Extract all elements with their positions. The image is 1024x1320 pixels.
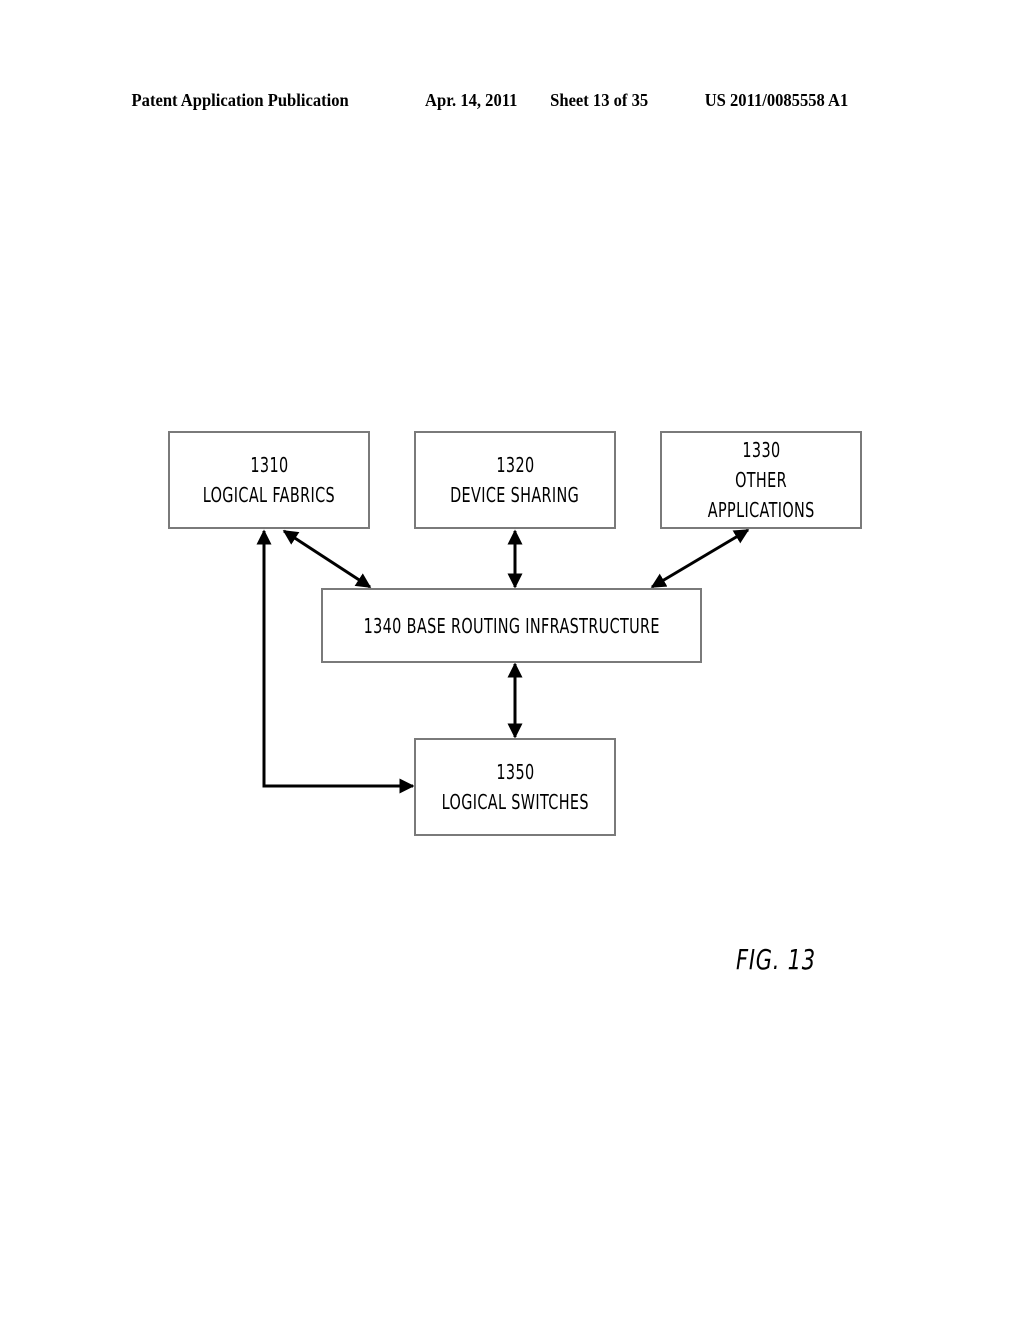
node-ref: 1310 <box>249 453 289 477</box>
node-device-sharing: 1320 DEVICE SHARING <box>414 431 616 529</box>
node-ref: 1320 <box>495 453 535 477</box>
publication-number: US 2011/0085558 A1 <box>704 90 849 110</box>
edge-1330-1340 <box>650 528 750 589</box>
node-base-routing-infrastructure: 1340 BASE ROUTING INFRASTRUCTURE <box>321 588 702 663</box>
node-other-applications: 1330 OTHER APPLICATIONS <box>660 431 862 529</box>
node-ref: 1330 <box>741 438 781 462</box>
figure-label: FIG. 13 <box>736 943 816 976</box>
node-logical-fabrics: 1310 LOGICAL FABRICS <box>168 431 370 529</box>
sheet-number: Sheet 13 of 35 <box>550 90 649 110</box>
node-label: DEVICE SHARING <box>450 483 580 507</box>
edge-1310-1340 <box>282 529 372 589</box>
node-label: LOGICAL FABRICS <box>202 483 336 507</box>
node-label-line-2: APPLICATIONS <box>707 498 815 522</box>
publication-date: Apr. 14, 2011 <box>425 90 518 110</box>
publication-type: Patent Application Publication <box>131 90 349 110</box>
node-label-line-1: OTHER <box>735 468 787 492</box>
node-ref: 1350 <box>495 760 535 784</box>
node-logical-switches: 1350 LOGICAL SWITCHES <box>414 738 616 836</box>
node-label: 1340 BASE ROUTING INFRASTRUCTURE <box>363 613 660 638</box>
node-label: LOGICAL SWITCHES <box>441 790 589 814</box>
patent-header: Patent Application Publication Apr. 14, … <box>0 90 942 114</box>
